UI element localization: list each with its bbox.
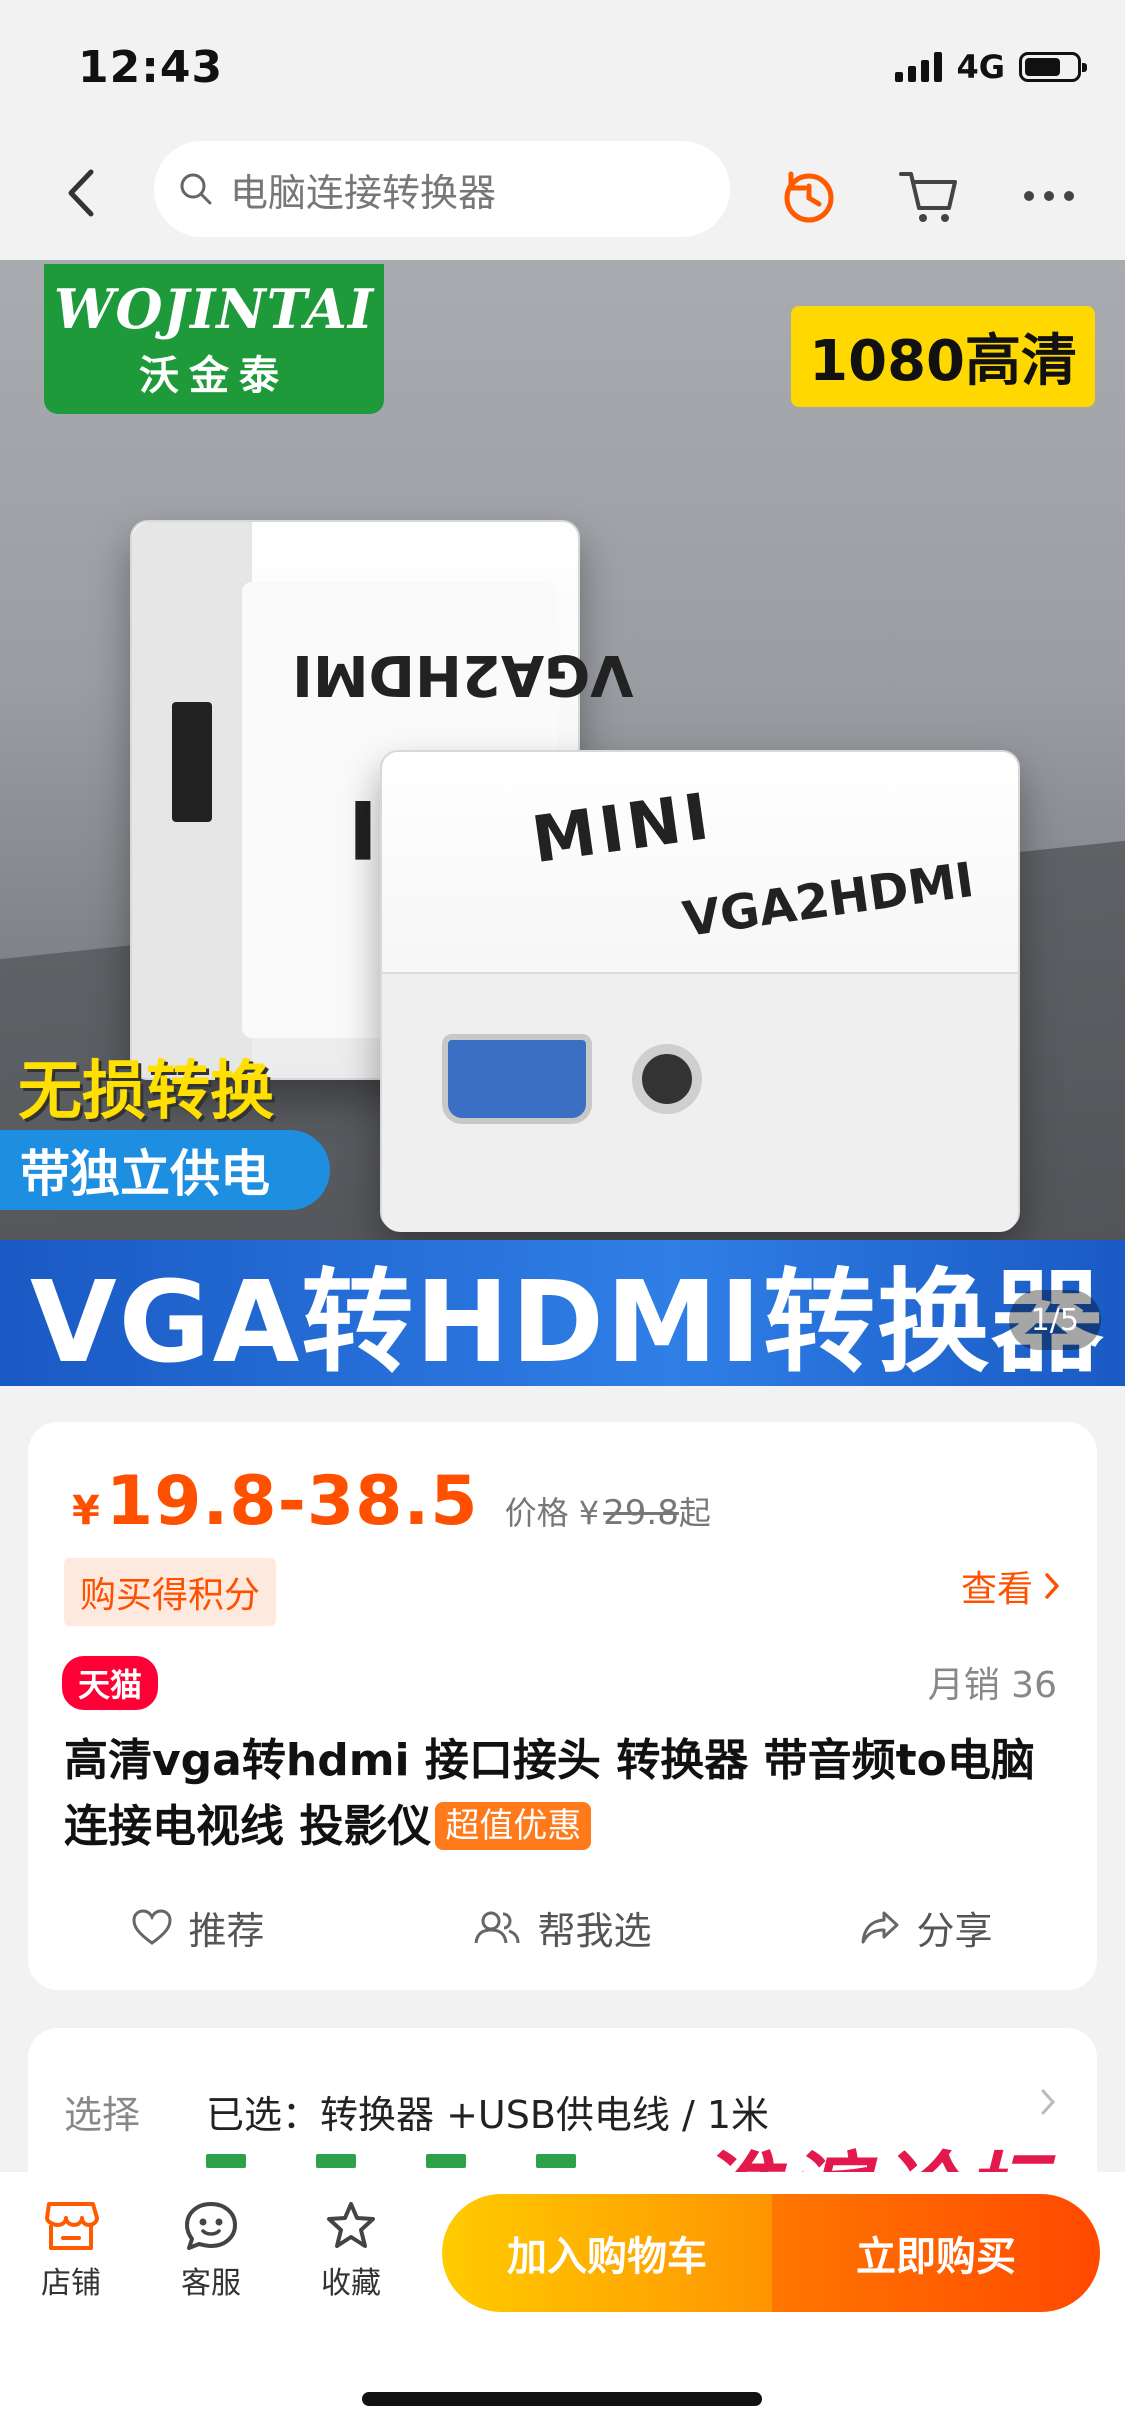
- recommend-button[interactable]: 推荐: [132, 1900, 265, 1955]
- audio-port: [632, 1044, 702, 1114]
- add-to-cart-button[interactable]: 加入购物车: [442, 2194, 772, 2312]
- selection-label: 选择: [64, 2093, 141, 2137]
- status-time: 12:43: [78, 42, 224, 93]
- search-bar[interactable]: 电脑连接转换器: [154, 141, 730, 237]
- action-row: 推荐 帮我选 分享: [28, 1900, 1097, 1955]
- search-icon: [180, 173, 212, 205]
- product-banner: VGA转HDMI转换器: [0, 1240, 1125, 1386]
- price-row: ¥ 19.8-38.5 价格 ¥ 29.8 起: [72, 1462, 711, 1541]
- monthly-sales: 月销 36: [927, 1665, 1057, 1706]
- top-nav: 电脑连接转换器: [0, 135, 1125, 260]
- refresh-clock-icon: [784, 171, 834, 223]
- customer-service-button[interactable]: 客服: [156, 2200, 266, 2302]
- image-pager: 1/5: [1008, 1290, 1101, 1350]
- network-type: 4G: [956, 48, 1005, 86]
- store-button[interactable]: 店铺: [16, 2200, 126, 2302]
- battery-icon: [1019, 52, 1087, 82]
- search-placeholder: 电脑连接转换器: [230, 170, 497, 215]
- favorite-button[interactable]: 收藏: [296, 2200, 406, 2302]
- selection-value: 已选：转换器 +USB供电线 / 1米: [206, 2093, 770, 2137]
- home-indicator[interactable]: [362, 2392, 762, 2406]
- chevron-right-icon: [1041, 2089, 1056, 2115]
- signal-icon: [895, 52, 943, 82]
- sku-thumbnails: [206, 2154, 576, 2168]
- lossless-tag: 无损转换: [18, 1055, 274, 1129]
- recent-button[interactable]: [774, 161, 844, 231]
- hd-badge: 1080高清: [791, 306, 1095, 407]
- price: 19.8-38.5: [105, 1462, 479, 1541]
- vga-port: [442, 1034, 592, 1124]
- status-icons: 4G: [895, 48, 1087, 86]
- more-icon: [1024, 191, 1074, 201]
- store-icon: [45, 2202, 99, 2250]
- product-info-card: ¥ 19.8-38.5 价格 ¥ 29.8 起 购买得积分 查看 天猫 月销 3…: [28, 1422, 1097, 1990]
- hdmi-port: [172, 702, 212, 822]
- chat-icon: [185, 2202, 237, 2250]
- cart-icon: [899, 172, 957, 222]
- sku-thumb[interactable]: [316, 2154, 356, 2168]
- tmall-badge: 天猫: [62, 1656, 159, 1710]
- brand-logo: WOJINTAI 沃金泰: [44, 264, 384, 414]
- converter-device-front: MINI VGA2HDMI: [380, 750, 1020, 1232]
- chevron-left-icon: [68, 169, 94, 217]
- star-icon: [327, 2202, 375, 2248]
- sku-thumb[interactable]: [536, 2154, 576, 2168]
- sku-thumb[interactable]: [206, 2154, 246, 2168]
- back-button[interactable]: [50, 163, 110, 223]
- view-points-link[interactable]: 查看: [961, 1560, 1061, 1612]
- more-button[interactable]: [1014, 161, 1084, 231]
- help-choose-button[interactable]: 帮我选: [473, 1900, 652, 1955]
- sku-thumb[interactable]: [426, 2154, 466, 2168]
- status-bar: 12:43 4G: [0, 0, 1125, 135]
- original-price: 29.8: [603, 1493, 679, 1533]
- cart-button[interactable]: [894, 161, 964, 231]
- share-button[interactable]: 分享: [860, 1900, 993, 1955]
- users-icon: [474, 1911, 520, 1943]
- chevron-right-icon: [1045, 1573, 1059, 1599]
- deal-badge: 超值优惠: [435, 1802, 592, 1850]
- points-badge: 购买得积分: [64, 1558, 277, 1626]
- heart-icon: [132, 1908, 172, 1945]
- power-tag: 带独立供电: [0, 1130, 330, 1210]
- buy-now-button[interactable]: 立即购买: [772, 2194, 1100, 2312]
- share-icon: [861, 1911, 899, 1943]
- product-image-carousel[interactable]: WOJINTAI 沃金泰 1080高清 VGA2HDMI MINI MINI V…: [0, 260, 1125, 1386]
- product-title: 高清vga转hdmi 接口接头 转换器 带音频to电脑连接电视线 投影仪 超值优惠: [64, 1735, 1035, 1852]
